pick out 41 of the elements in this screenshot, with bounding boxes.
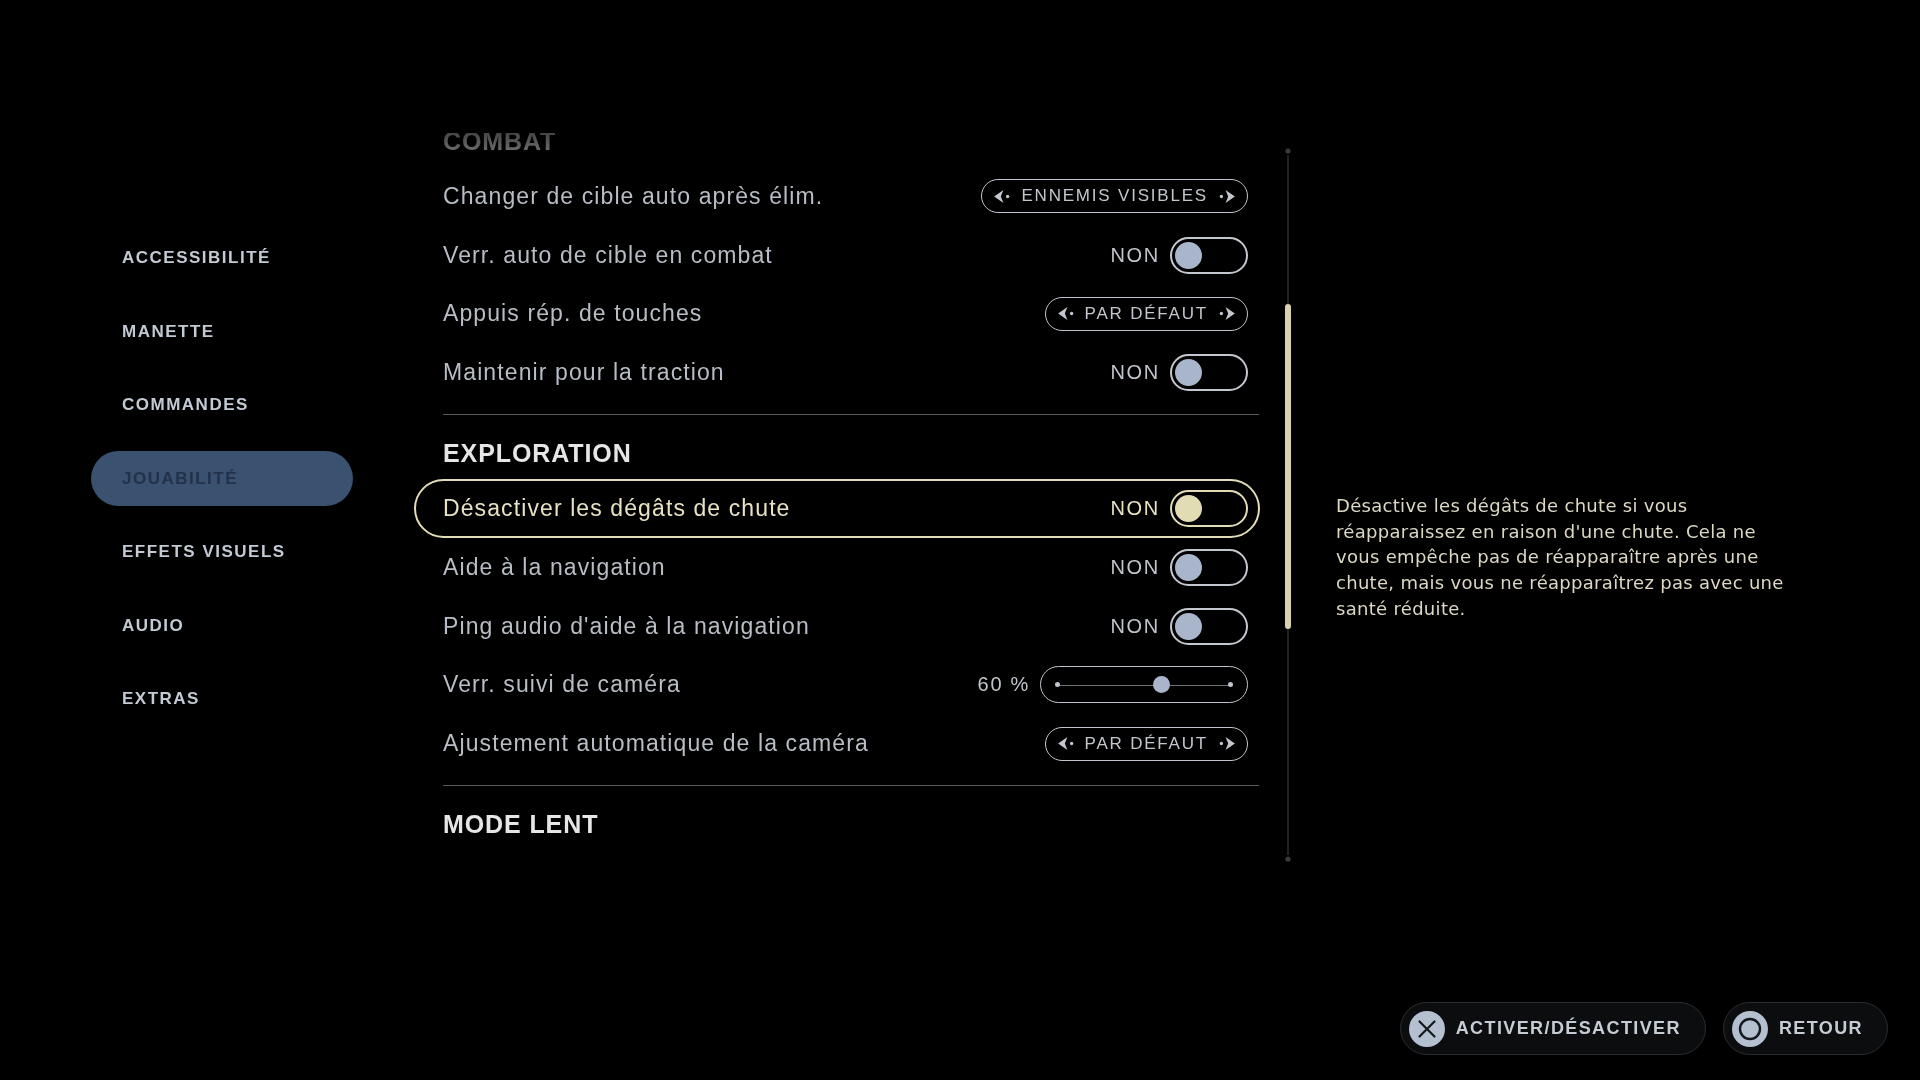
setting-label[interactable]: Changer de cible auto après élim. <box>443 182 982 210</box>
setting-description: Désactive les dégâts de chute si vous réapparaissez en raison d'une chute. Cela ne vous empêche pas de réapparaître après une chute, mais vous ne réapparaîtrez pas avec une santé réduite. <box>1336 494 1785 621</box>
arrow-left-icon[interactable] <box>1057 307 1075 321</box>
section-heading: COMBAT <box>443 133 557 156</box>
cross-button-icon <box>1408 1010 1445 1047</box>
toggle-state-label: NON <box>1110 361 1160 385</box>
slider-thumb[interactable] <box>1152 676 1170 694</box>
setting-label[interactable]: Ajustement automatique de la caméra <box>443 730 1045 758</box>
setting-label[interactable]: Appuis rép. de touches <box>443 300 1045 328</box>
setting-label[interactable]: Maintenir pour la traction <box>443 359 1111 387</box>
section-heading: MODE LENT <box>443 809 599 840</box>
setting-label[interactable]: Verr. suivi de caméra <box>443 671 978 699</box>
sidebar-tab[interactable]: COMMANDES <box>91 377 353 433</box>
toggle-state-label: NON <box>1110 555 1160 579</box>
sidebar-tab[interactable]: ACCESSIBILITÉ <box>91 230 353 286</box>
arrow-right-icon[interactable] <box>1218 189 1235 203</box>
toggle-state-label: NON <box>1110 497 1160 521</box>
slider-value: 60 % <box>977 673 1030 697</box>
sidebar-tab[interactable]: MANETTE <box>91 304 353 359</box>
setting-label[interactable]: Aide à la navigation <box>443 553 1111 581</box>
setting-label[interactable]: Désactiver les dégâts de chute <box>443 495 1111 523</box>
setting-label[interactable]: Verr. auto de cible en combat <box>443 241 1111 269</box>
toggle-switch[interactable] <box>1170 236 1248 274</box>
footer-button[interactable]: RETOUR <box>1722 1002 1888 1055</box>
circle-button-icon <box>1731 1010 1768 1047</box>
toggle-switch[interactable] <box>1170 354 1248 392</box>
sidebar-tab[interactable]: AUDIO <box>91 598 353 653</box>
arrow-right-icon[interactable] <box>1218 737 1235 751</box>
toggle-state-label: NON <box>1110 243 1160 267</box>
arrow-right-icon[interactable] <box>1218 307 1235 321</box>
arrow-left-icon[interactable] <box>994 189 1012 203</box>
footer-button[interactable]: ACTIVER/DÉSACTIVER <box>1399 1002 1706 1055</box>
arrow-left-icon[interactable] <box>1057 737 1075 751</box>
sidebar-tab[interactable]: EFFETS VISUELS <box>91 524 353 580</box>
toggle-switch[interactable] <box>1170 548 1248 586</box>
setting-label[interactable]: Ping audio d'aide à la navigation <box>443 612 1111 640</box>
toggle-switch[interactable] <box>1170 607 1248 645</box>
toggle-state-label: NON <box>1110 614 1160 638</box>
sidebar-tab[interactable]: EXTRAS <box>91 671 353 727</box>
section-heading: EXPLORATION <box>443 438 632 469</box>
toggle-switch[interactable] <box>1170 490 1248 528</box>
